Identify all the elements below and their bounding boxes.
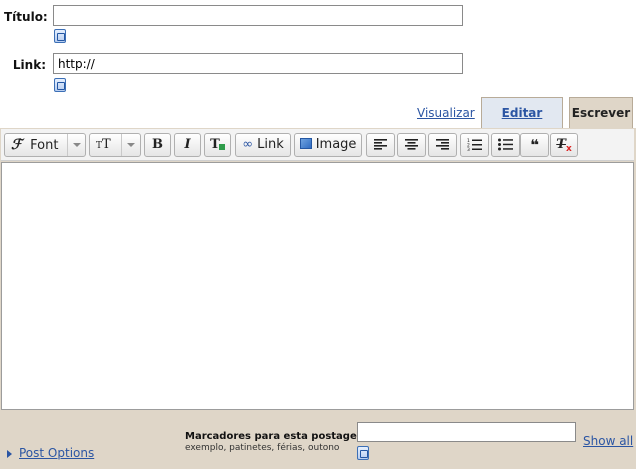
align-right-icon (436, 139, 449, 150)
numbered-list-icon: 123 (467, 138, 482, 153)
virtual-keyboard-icon[interactable] (54, 29, 66, 43)
numbered-list-button[interactable]: 123 (460, 133, 489, 157)
post-body-editor[interactable] (1, 162, 634, 410)
labels-hint: exemplo, patinetes, férias, outono (185, 443, 340, 453)
link-label: Link: (12, 58, 46, 72)
bold-button[interactable]: B (144, 133, 171, 157)
blockquote-button[interactable]: ❝ (520, 133, 549, 157)
title-input[interactable] (53, 5, 463, 26)
font-size-icon: TT (96, 137, 111, 152)
bullet-list-icon (498, 138, 513, 151)
link-chain-icon: ∞ (242, 137, 254, 152)
labels-heading: Marcadores para esta postagem: (185, 431, 372, 442)
chevron-down-icon (73, 143, 81, 147)
show-all-labels-link[interactable]: Show all (583, 434, 633, 448)
tab-edit-html[interactable]: Editar HTML (481, 97, 563, 150)
align-center-button[interactable] (397, 133, 426, 157)
expand-triangle-icon (7, 450, 12, 458)
font-label: Font (30, 138, 59, 153)
font-family-dropdown[interactable]: ℱ Font (4, 133, 86, 157)
virtual-keyboard-icon[interactable] (54, 78, 66, 92)
insert-link-button[interactable]: ∞ Link (235, 133, 291, 157)
italic-button[interactable]: I (174, 133, 201, 157)
remove-formatting-icon: T (556, 137, 566, 152)
title-label: Título: (4, 10, 48, 24)
post-footer: Post Options Marcadores para esta postag… (0, 411, 636, 469)
script-f-icon: ℱ (11, 137, 23, 153)
virtual-keyboard-icon[interactable] (357, 446, 369, 460)
link-input[interactable] (53, 53, 463, 74)
image-button-label: Image (315, 137, 357, 152)
text-color-button[interactable]: T (204, 133, 231, 157)
labels-input[interactable] (357, 422, 576, 442)
tab-preview[interactable]: Visualizar (417, 106, 475, 120)
tab-compose[interactable]: Escrever (569, 97, 633, 129)
image-icon (299, 138, 312, 149)
align-left-button[interactable] (366, 133, 395, 157)
post-options-link[interactable]: Post Options (19, 446, 94, 460)
editor-toolbar: ℱ Font TT B I T ∞ Link Image 123 ❝ Tx (1, 129, 634, 161)
insert-image-button[interactable]: Image (294, 133, 362, 157)
align-right-button[interactable] (428, 133, 457, 157)
align-left-icon (374, 139, 387, 150)
bullet-list-button[interactable] (491, 133, 520, 157)
chevron-down-icon (127, 143, 135, 147)
svg-text:3: 3 (467, 147, 470, 151)
link-button-label: Link (257, 137, 284, 152)
remove-formatting-button[interactable]: Tx (550, 133, 578, 157)
font-size-dropdown[interactable]: TT (89, 133, 141, 157)
align-center-icon (405, 139, 418, 150)
